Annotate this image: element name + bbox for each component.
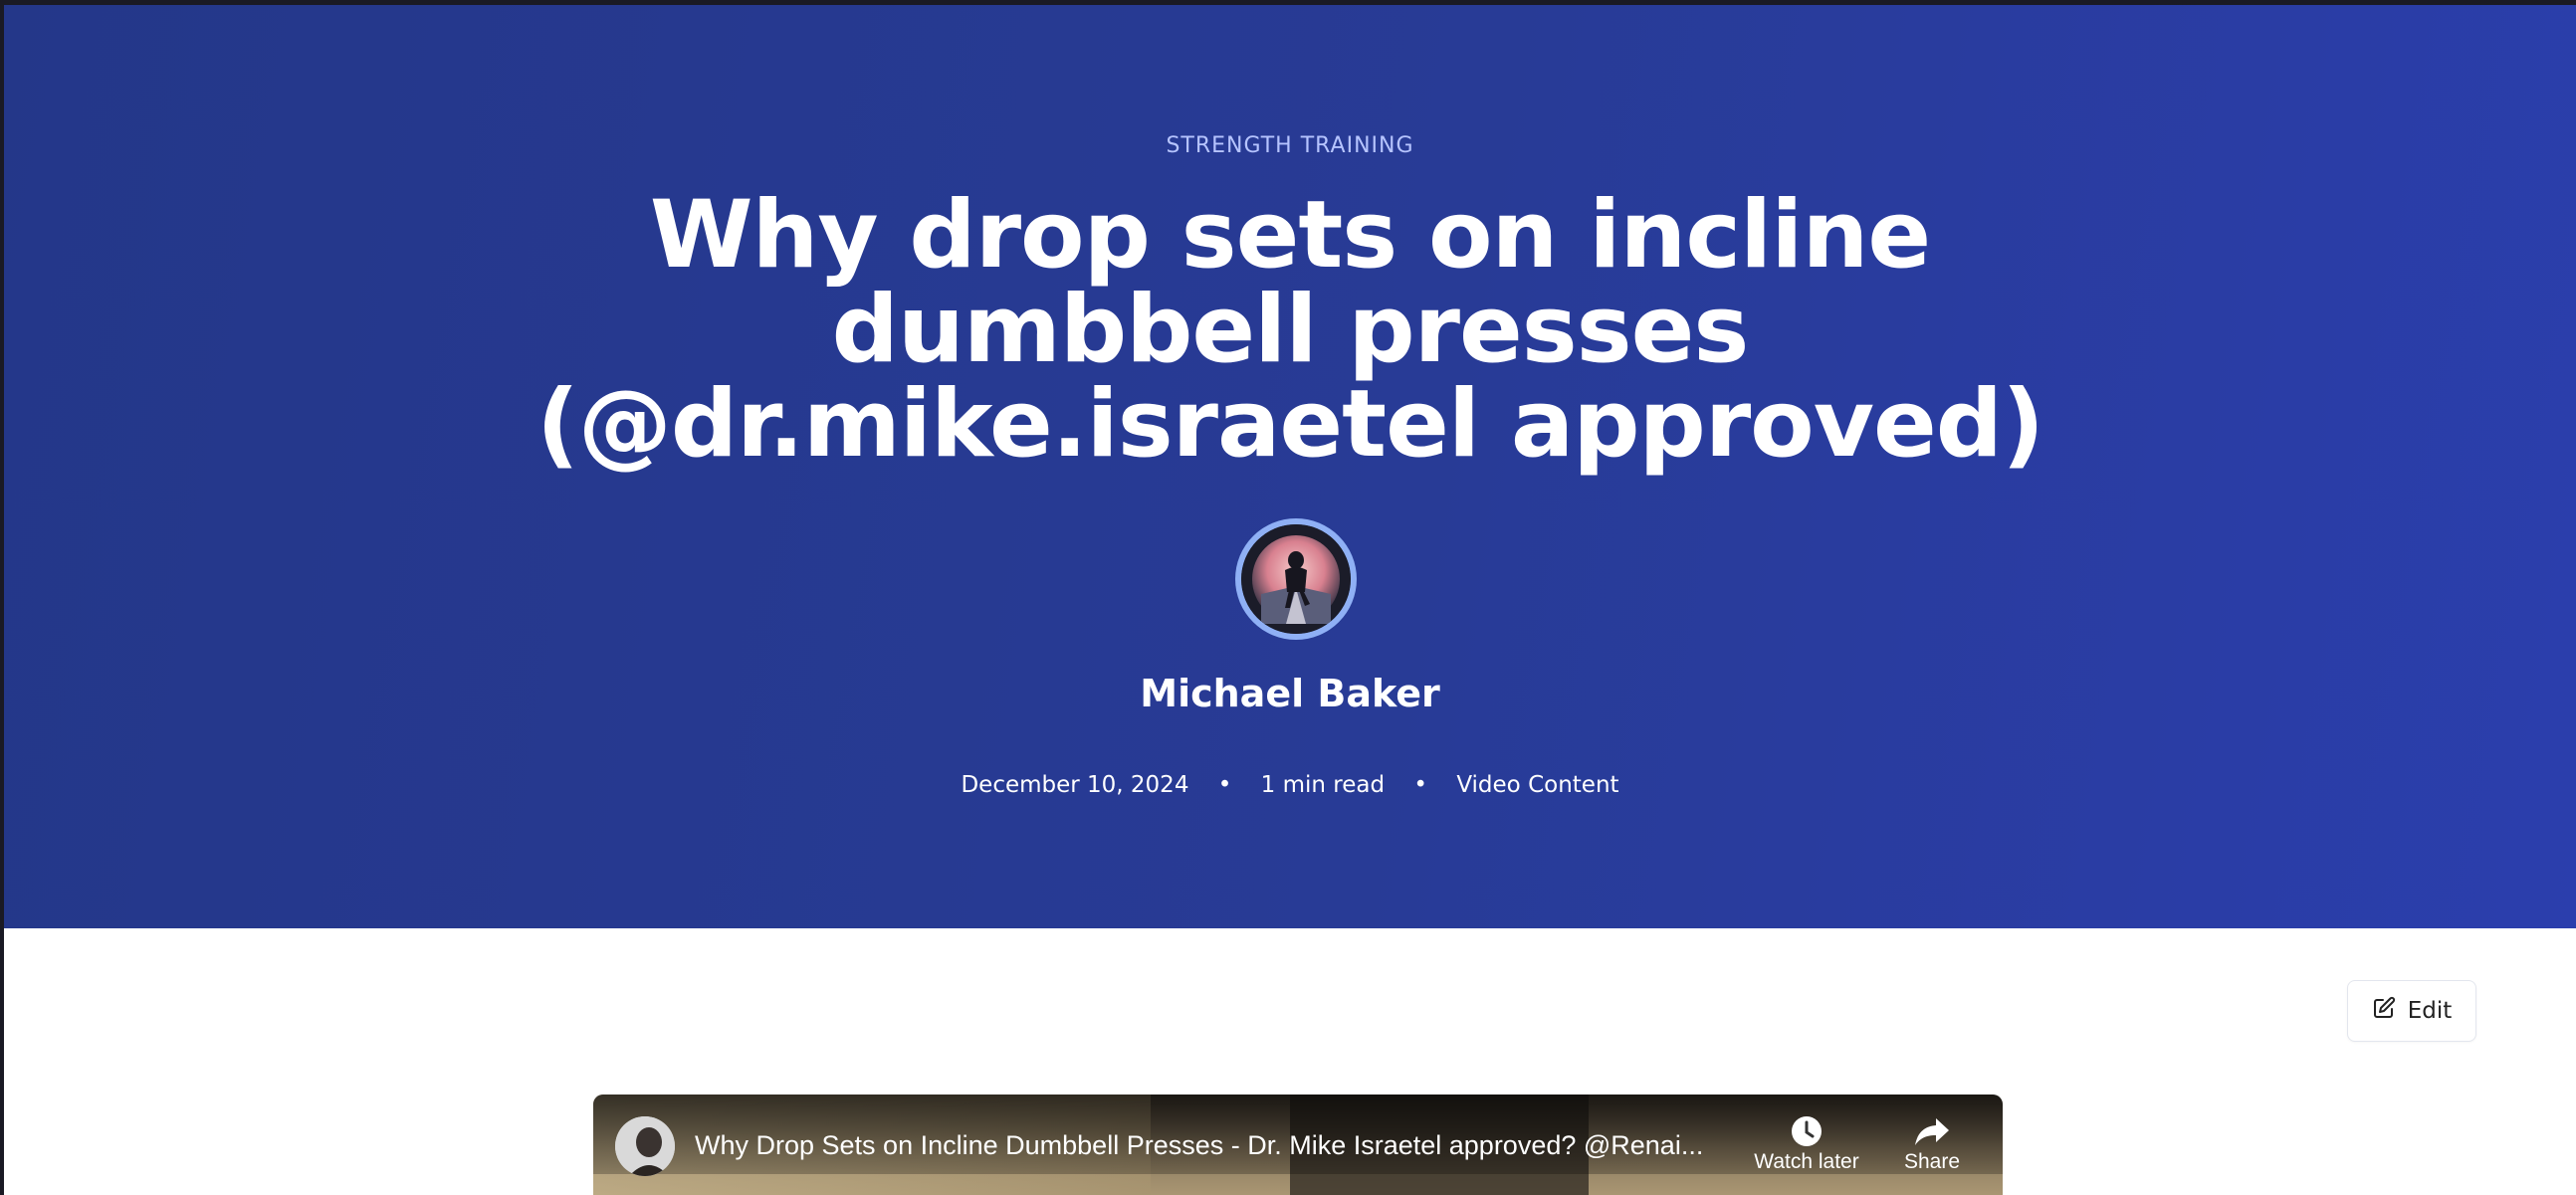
- article-title: Why drop sets on incline dumbbell presse…: [4, 188, 2576, 472]
- edit-icon: [2372, 996, 2396, 1026]
- title-line: dumbbell presses: [831, 276, 1750, 384]
- article-category[interactable]: STRENGTH TRAINING: [4, 133, 2576, 158]
- channel-avatar[interactable]: [615, 1116, 675, 1176]
- share-label: Share: [1903, 1150, 1961, 1173]
- read-time: 1 min read: [1260, 772, 1386, 798]
- clock-icon: [1742, 1112, 1871, 1150]
- video-title[interactable]: Why Drop Sets on Incline Dumbbell Presse…: [695, 1130, 1730, 1161]
- edit-label: Edit: [2407, 998, 2453, 1024]
- article-hero: STRENGTH TRAINING Why drop sets on incli…: [4, 5, 2576, 928]
- edit-button[interactable]: Edit: [2347, 980, 2476, 1042]
- publish-date: December 10, 2024: [961, 772, 1189, 798]
- title-line: Why drop sets on incline: [649, 181, 1931, 290]
- share-arrow-icon: [1877, 1112, 1987, 1150]
- watch-later-label: Watch later: [1754, 1150, 1859, 1173]
- author-avatar[interactable]: [1235, 518, 1357, 640]
- share-button[interactable]: Share: [1877, 1112, 1987, 1174]
- author-name[interactable]: Michael Baker: [4, 672, 2576, 715]
- meta-separator: •: [1413, 772, 1427, 798]
- avatar-image: [1241, 524, 1351, 634]
- content-type: Video Content: [1456, 772, 1619, 798]
- watch-later-button[interactable]: Watch later: [1742, 1112, 1871, 1174]
- meta-separator: •: [1217, 772, 1232, 798]
- page: STRENGTH TRAINING Why drop sets on incli…: [0, 0, 2576, 1195]
- video-embed[interactable]: Why Drop Sets on Incline Dumbbell Presse…: [593, 1095, 2003, 1195]
- title-line: (@dr.mike.israetel approved): [536, 370, 2044, 479]
- article-meta: December 10, 2024 • 1 min read • Video C…: [4, 772, 2576, 798]
